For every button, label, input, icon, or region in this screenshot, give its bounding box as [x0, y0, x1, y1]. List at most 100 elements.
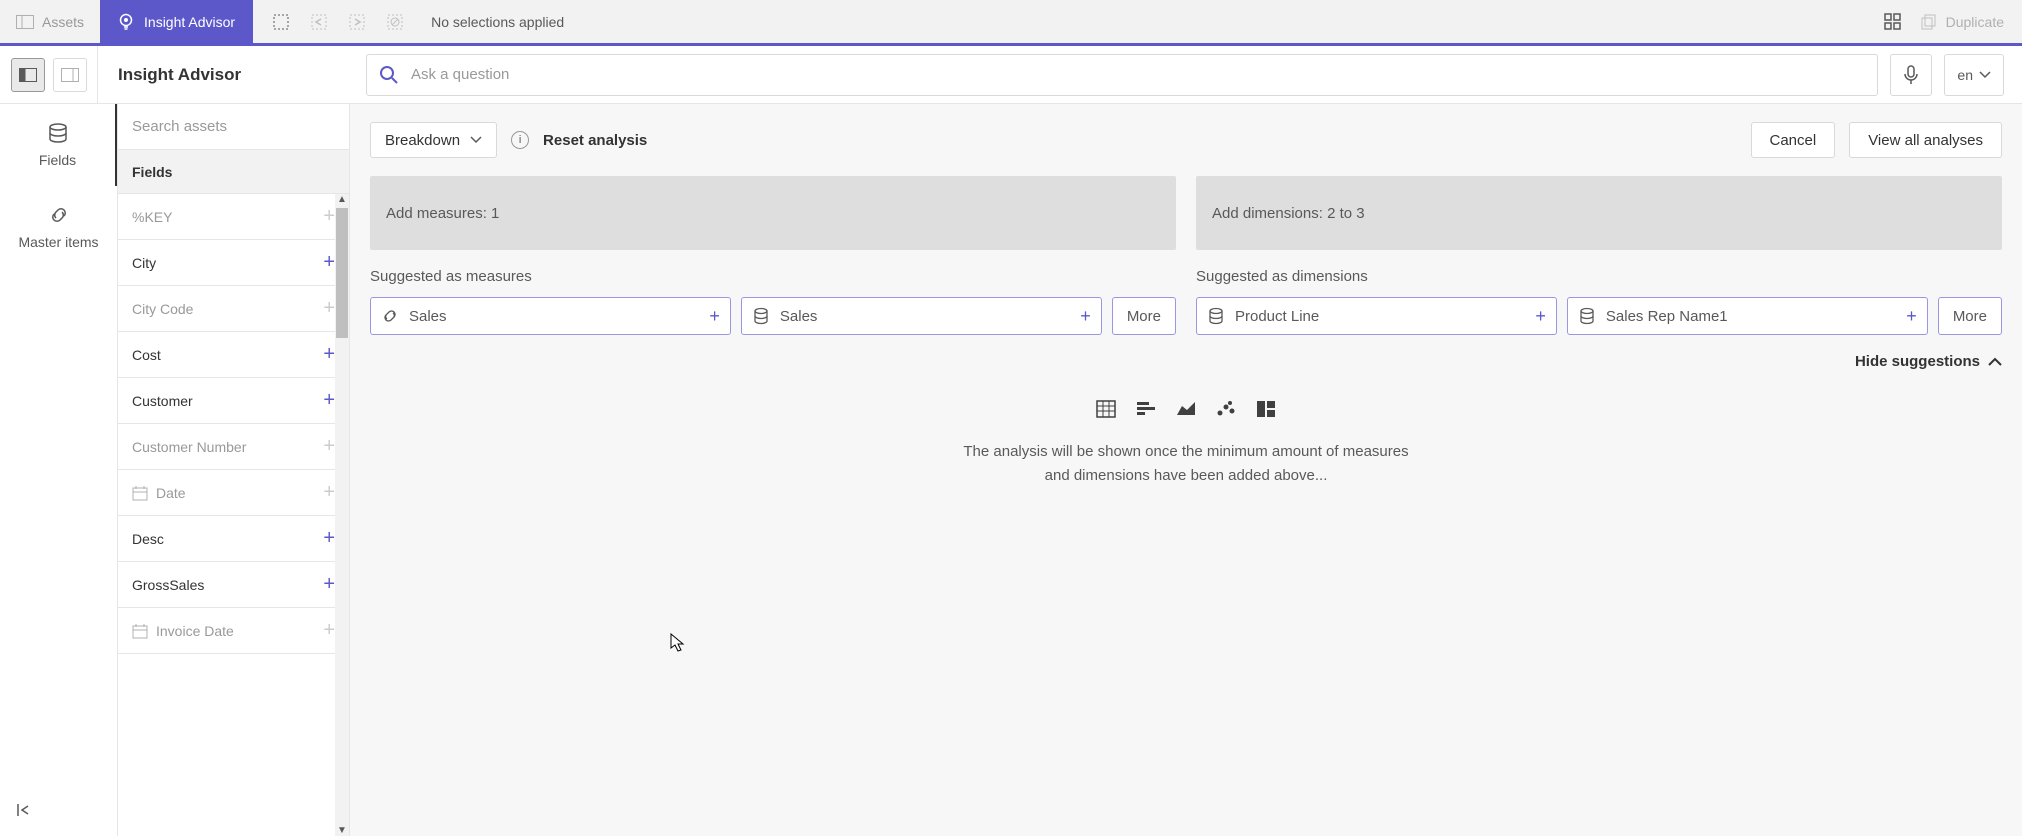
duplicate-button[interactable]: Duplicate: [1920, 13, 2004, 31]
lightbulb-icon: [118, 13, 134, 31]
assets-search-input[interactable]: [132, 118, 335, 135]
dimensions-dropzone[interactable]: Add dimensions: 2 to 3: [1196, 176, 2002, 250]
measure-chips: Sales + Sales + More: [370, 297, 1176, 335]
add-chip-button[interactable]: +: [1535, 306, 1546, 327]
selection-tool-icon[interactable]: [271, 12, 291, 32]
right-panel-toggle[interactable]: [53, 58, 87, 92]
scroll-track[interactable]: ▲ ▼: [335, 194, 349, 836]
content-area: Breakdown i Reset analysis Cancel View a…: [350, 104, 2022, 836]
dimensions-suggest-label: Suggested as dimensions: [1196, 268, 2002, 285]
add-field-button[interactable]: +: [323, 435, 335, 458]
analysis-type-dropdown[interactable]: Breakdown: [370, 122, 497, 158]
add-field-button[interactable]: +: [323, 251, 335, 274]
language-label: en: [1957, 67, 1973, 83]
add-chip-button[interactable]: +: [1080, 306, 1091, 327]
panel-icon: [16, 15, 34, 29]
tab-assets[interactable]: Assets: [0, 0, 100, 43]
field-row[interactable]: Cost +: [118, 332, 349, 378]
assets-header: Fields: [118, 150, 349, 194]
add-field-button[interactable]: +: [323, 205, 335, 228]
analysis-placeholder: The analysis will be shown once the mini…: [370, 398, 2002, 488]
field-name: City: [132, 255, 156, 271]
microphone-button[interactable]: [1890, 54, 1932, 96]
field-list[interactable]: %KEY+City+City Code+Cost+Customer+Custom…: [118, 194, 349, 836]
hide-suggestions-button[interactable]: Hide suggestions: [370, 353, 2002, 370]
info-icon[interactable]: i: [511, 131, 529, 149]
add-field-button[interactable]: +: [323, 527, 335, 550]
more-suggestions-button[interactable]: More: [1112, 297, 1176, 335]
main-area: Fields Master items Fields %KEY+City+Cit…: [0, 104, 2022, 836]
reset-analysis-button[interactable]: Reset analysis: [543, 132, 647, 149]
suggestion-chip[interactable]: Sales +: [741, 297, 1102, 335]
add-field-button[interactable]: +: [323, 573, 335, 596]
viz-type-icons: [370, 398, 2002, 420]
dimensions-dropzone-label: Add dimensions: 2 to 3: [1212, 205, 1365, 222]
dimension-chips: Product Line+ Sales Rep Name1 + More: [1196, 297, 2002, 335]
dimensions-suggestions: Suggested as dimensions Product Line+ Sal…: [1196, 268, 2002, 335]
suggestion-chip[interactable]: Product Line+: [1196, 297, 1557, 335]
suggestion-chip[interactable]: Sales +: [370, 297, 731, 335]
add-chip-button[interactable]: +: [709, 306, 720, 327]
more-suggestions-button[interactable]: More: [1938, 297, 2002, 335]
scroll-up-icon[interactable]: ▲: [337, 194, 347, 205]
measures-suggest-label: Suggested as measures: [370, 268, 1176, 285]
field-name: Cost: [132, 347, 161, 363]
selection-clear-icon[interactable]: [385, 12, 405, 32]
suggestion-chip[interactable]: Sales Rep Name1 +: [1567, 297, 1928, 335]
chip-label: Sales Rep Name1: [1606, 308, 1728, 325]
placeholder-text: The analysis will be shown once the mini…: [370, 440, 2002, 488]
assets-search-box[interactable]: [118, 104, 349, 150]
selection-forward-icon[interactable]: [347, 12, 367, 32]
left-panel-toggle[interactable]: [11, 58, 45, 92]
field-name: Customer: [132, 393, 193, 409]
field-row[interactable]: GrossSales+: [118, 562, 349, 608]
field-row[interactable]: Invoice Date+: [118, 608, 349, 654]
add-field-button[interactable]: +: [323, 297, 335, 320]
nav-master-items[interactable]: Master items: [0, 186, 117, 268]
field-row[interactable]: City Code +: [118, 286, 349, 332]
language-button[interactable]: en: [1944, 54, 2004, 96]
tab-insight-advisor[interactable]: Insight Advisor: [100, 0, 253, 43]
nav-fields[interactable]: Fields: [0, 104, 117, 186]
field-row[interactable]: Date +: [118, 470, 349, 516]
left-nav: Fields Master items: [0, 104, 118, 836]
search-input[interactable]: [411, 66, 1865, 83]
drop-zones: Add measures: 1 Add dimensions: 2 to 3: [370, 176, 2002, 250]
field-row[interactable]: Customer +: [118, 378, 349, 424]
search-box[interactable]: [366, 54, 1878, 96]
collapse-panel-button[interactable]: [0, 784, 117, 836]
collapse-icon: [16, 802, 32, 818]
chevron-up-icon: [1988, 357, 2002, 367]
assets-panel: Fields %KEY+City+City Code+Cost+Customer…: [118, 104, 350, 836]
scroll-thumb[interactable]: [336, 208, 348, 338]
chevron-down-icon: [470, 136, 482, 144]
add-field-button[interactable]: +: [323, 389, 335, 412]
field-row[interactable]: Customer Number+: [118, 424, 349, 470]
field-name: City Code: [132, 301, 193, 317]
field-row[interactable]: Desc+: [118, 516, 349, 562]
field-name: %KEY: [132, 209, 172, 225]
database-icon: [1207, 307, 1225, 325]
view-all-analyses-button[interactable]: View all analyses: [1849, 122, 2002, 158]
add-field-button[interactable]: +: [323, 481, 335, 504]
cancel-button[interactable]: Cancel: [1751, 122, 1836, 158]
field-row[interactable]: City +: [118, 240, 349, 286]
chip-label: Sales: [409, 308, 447, 325]
add-chip-button[interactable]: +: [1906, 306, 1917, 327]
measures-dropzone[interactable]: Add measures: 1: [370, 176, 1176, 250]
add-field-button[interactable]: +: [323, 343, 335, 366]
chip-label: Sales: [780, 308, 818, 325]
selection-back-icon[interactable]: [309, 12, 329, 32]
add-field-button[interactable]: +: [323, 619, 335, 642]
link-icon: [381, 307, 399, 325]
search-icon: [379, 65, 399, 85]
table-viz-icon: [1095, 398, 1117, 420]
second-toolbar: Insight Advisor en: [0, 46, 2022, 104]
field-name: Date: [132, 485, 186, 501]
scroll-down-icon[interactable]: ▼: [337, 825, 347, 836]
field-row[interactable]: %KEY +: [118, 194, 349, 240]
grid-icon[interactable]: [1884, 13, 1902, 31]
treemap-viz-icon: [1255, 398, 1277, 420]
search-area: en: [348, 54, 2022, 96]
duplicate-label: Duplicate: [1946, 14, 2004, 30]
